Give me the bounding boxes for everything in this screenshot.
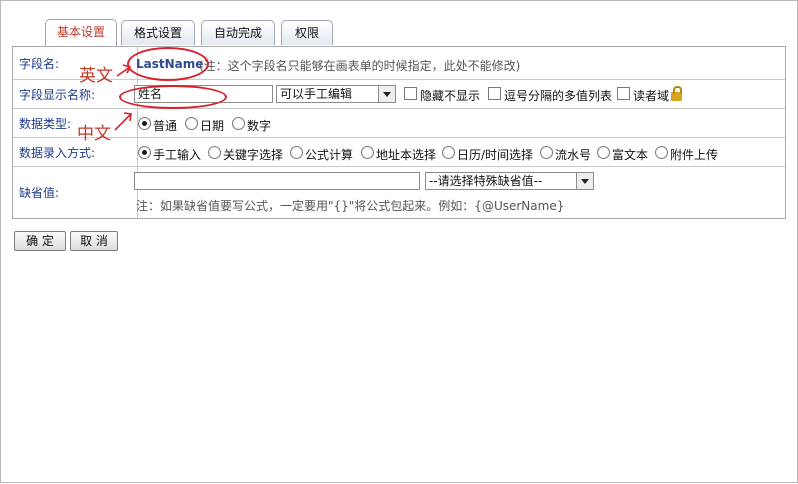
arrow-chinese [114, 113, 132, 131]
annotation-arrows [114, 64, 132, 131]
form-window: 基本设置 格式设置 自动完成 权限 字段名: LastName (注：这个字段名… [0, 0, 798, 483]
